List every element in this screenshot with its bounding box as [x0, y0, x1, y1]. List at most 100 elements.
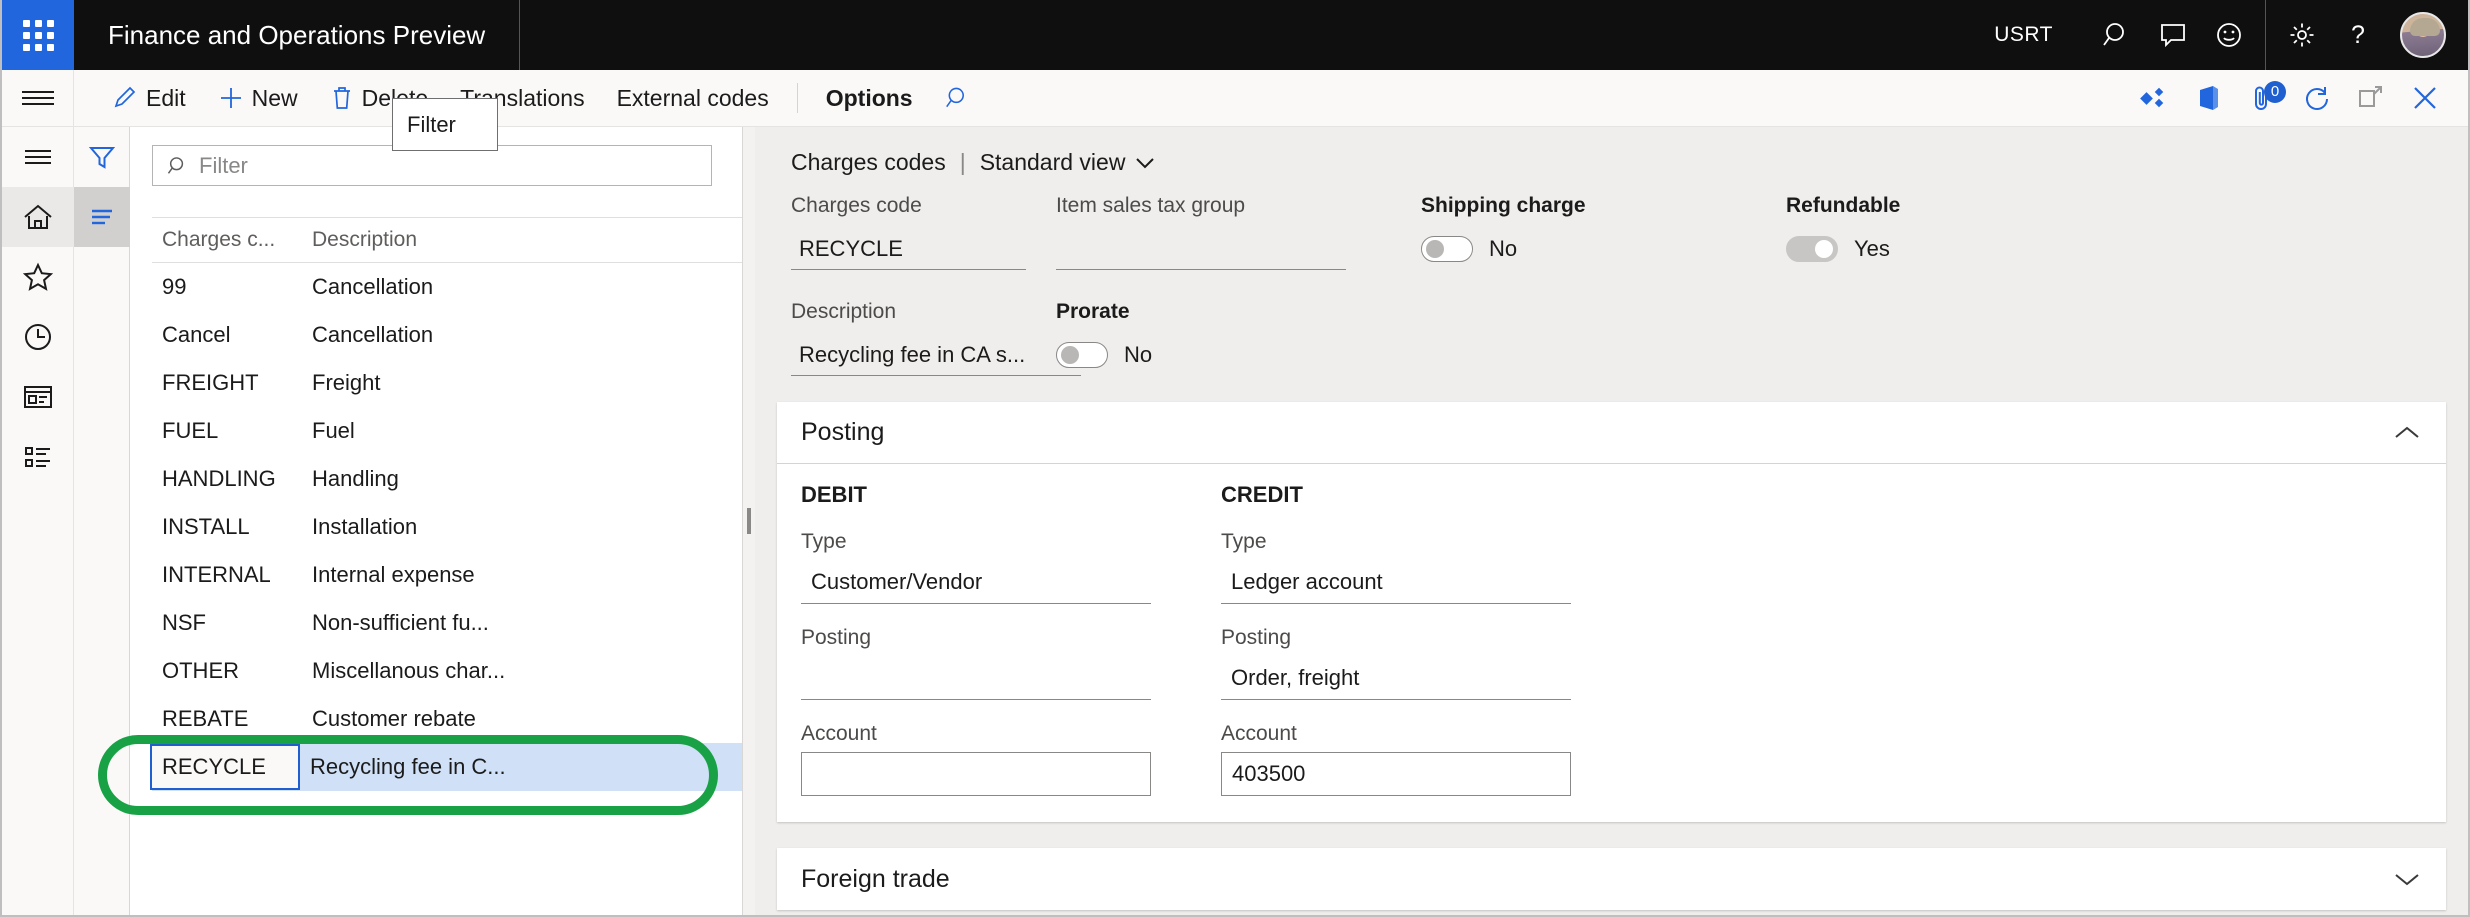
table-row[interactable]: 99Cancellation — [152, 263, 742, 311]
table-row[interactable]: NSFNon-sufficient fu... — [152, 599, 742, 647]
cell-charges-code[interactable]: 99 — [152, 274, 302, 300]
refresh-icon[interactable] — [2290, 70, 2344, 127]
field-column-2: Item sales tax group Prorate No — [1056, 194, 1421, 376]
topbar-divider — [2265, 0, 2266, 70]
gear-icon[interactable] — [2274, 0, 2330, 70]
cell-description[interactable]: Recycling fee in C... — [300, 754, 742, 780]
refundable-toggle[interactable] — [1786, 236, 1838, 262]
splitter-grip — [747, 508, 751, 534]
cell-charges-code[interactable]: HANDLING — [152, 466, 302, 492]
cell-charges-code[interactable]: NSF — [152, 610, 302, 636]
table-row[interactable]: FUELFuel — [152, 407, 742, 455]
sidebar-item-home[interactable] — [2, 187, 74, 247]
debit-type-field[interactable]: Customer/Vendor — [801, 560, 1151, 604]
cell-description[interactable]: Cancellation — [302, 322, 742, 348]
waffle-icon[interactable] — [2, 0, 74, 70]
hamburger-icon[interactable] — [2, 70, 74, 127]
posting-section-header[interactable]: Posting — [777, 402, 2446, 464]
refundable-label: Refundable — [1786, 194, 2151, 220]
table-row[interactable]: RECYCLERecycling fee in C... — [152, 743, 742, 791]
table-row[interactable]: INSTALLInstallation — [152, 503, 742, 551]
cell-description[interactable]: Fuel — [302, 418, 742, 444]
sidebar-item-hamburger[interactable] — [2, 127, 74, 187]
cell-charges-code[interactable]: FREIGHT — [152, 370, 302, 396]
edit-button[interactable]: Edit — [96, 70, 202, 127]
filter-input-wrapper[interactable] — [152, 145, 712, 186]
sidebar-item-modules[interactable] — [2, 427, 74, 487]
table-row[interactable]: OTHERMiscellanous char... — [152, 647, 742, 695]
column-header-description[interactable]: Description — [302, 228, 742, 252]
share-icon[interactable] — [2128, 70, 2182, 127]
table-row[interactable]: CancelCancellation — [152, 311, 742, 359]
sidebar-item-recent[interactable] — [2, 307, 74, 367]
debit-account-field[interactable] — [801, 752, 1151, 796]
credit-posting-field[interactable]: Order, freight — [1221, 656, 1571, 700]
chevron-down-icon — [1135, 156, 1155, 170]
feedback-icon[interactable] — [2145, 0, 2201, 70]
breadcrumb-title: Charges codes — [791, 149, 946, 176]
sidebar-item-workspaces[interactable] — [2, 367, 74, 427]
cell-charges-code[interactable]: REBATE — [152, 706, 302, 732]
options-button[interactable]: Options — [810, 70, 929, 127]
credit-account-field[interactable]: 403500 — [1221, 752, 1571, 796]
smiley-icon[interactable] — [2201, 0, 2257, 70]
prorate-label: Prorate — [1056, 300, 1421, 326]
cell-description[interactable]: Freight — [302, 370, 742, 396]
popout-icon[interactable] — [2344, 70, 2398, 127]
action-search-button[interactable] — [929, 70, 987, 127]
cell-charges-code[interactable]: OTHER — [152, 658, 302, 684]
debit-posting-field[interactable] — [801, 656, 1151, 700]
debit-account-label: Account — [801, 722, 1221, 746]
table-row[interactable]: HANDLINGHandling — [152, 455, 742, 503]
credit-type-field[interactable]: Ledger account — [1221, 560, 1571, 604]
chevron-up-icon[interactable] — [2392, 424, 2422, 442]
cell-description[interactable]: Customer rebate — [302, 706, 742, 732]
attachments-badge: 0 — [2264, 81, 2286, 103]
item-sales-tax-group-field[interactable] — [1056, 228, 1346, 270]
new-button[interactable]: New — [202, 70, 314, 127]
shipping-charge-toggle-row: No — [1421, 228, 1786, 270]
filter-pane-list-button[interactable] — [74, 187, 130, 247]
sidebar-item-favorites[interactable] — [2, 247, 74, 307]
shipping-charge-toggle[interactable] — [1421, 236, 1473, 262]
external-codes-button[interactable]: External codes — [601, 70, 785, 127]
close-icon[interactable] — [2398, 70, 2452, 127]
office-icon[interactable] — [2182, 70, 2236, 127]
cell-charges-code[interactable]: INSTALL — [152, 514, 302, 540]
company-label[interactable]: USRT — [1994, 23, 2053, 47]
cell-description[interactable]: Cancellation — [302, 274, 742, 300]
options-button-label: Options — [826, 85, 913, 112]
attachments-icon[interactable]: 0 — [2236, 70, 2290, 127]
table-row[interactable]: INTERNALInternal expense — [152, 551, 742, 599]
cell-description[interactable]: Miscellanous char... — [302, 658, 742, 684]
search-icon[interactable] — [2089, 0, 2145, 70]
chevron-down-icon[interactable] — [2392, 870, 2422, 888]
description-field[interactable]: Recycling fee in CA s... — [791, 334, 1081, 376]
pane-splitter[interactable] — [743, 127, 755, 915]
pencil-icon — [112, 85, 138, 111]
cell-description[interactable]: Handling — [302, 466, 742, 492]
cell-charges-code[interactable]: FUEL — [152, 418, 302, 444]
charges-code-field[interactable]: RECYCLE — [791, 228, 1026, 270]
shipping-charge-value: No — [1489, 236, 1517, 262]
prorate-toggle[interactable] — [1056, 342, 1108, 368]
cell-charges-code[interactable]: Cancel — [152, 322, 302, 348]
filter-pane-filter-button[interactable] — [74, 127, 130, 187]
view-selector[interactable]: Standard view — [980, 149, 1156, 176]
posting-section-title: Posting — [801, 418, 884, 447]
column-header-charges-code[interactable]: Charges c... — [152, 228, 302, 252]
refundable-toggle-row: Yes — [1786, 228, 2151, 270]
avatar[interactable] — [2400, 12, 2446, 58]
list-pane: Charges c... Description 99CancellationC… — [130, 127, 743, 915]
table-row[interactable]: FREIGHTFreight — [152, 359, 742, 407]
help-icon[interactable]: ? — [2330, 0, 2386, 70]
table-row[interactable]: REBATECustomer rebate — [152, 695, 742, 743]
workspaces-icon — [22, 383, 54, 411]
cell-description[interactable]: Non-sufficient fu... — [302, 610, 742, 636]
cell-description[interactable]: Internal expense — [302, 562, 742, 588]
foreign-trade-section-header[interactable]: Foreign trade — [777, 848, 2446, 910]
cell-charges-code[interactable]: INTERNAL — [152, 562, 302, 588]
search-input[interactable] — [199, 153, 659, 179]
cell-charges-code[interactable]: RECYCLE — [150, 744, 300, 790]
cell-description[interactable]: Installation — [302, 514, 742, 540]
